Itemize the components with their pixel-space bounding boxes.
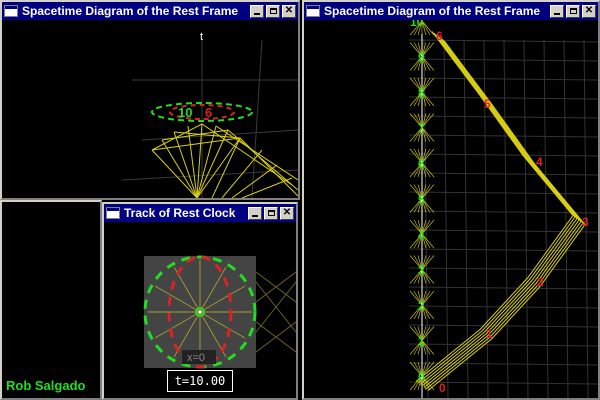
green-tick-label: 1 bbox=[418, 335, 425, 349]
spacetime-window-right[interactable]: Spacetime Diagram of the Rest Frame ✕ 0 1… bbox=[302, 0, 600, 400]
window-title: Spacetime Diagram of the Rest Frame bbox=[22, 4, 239, 18]
minimize-button[interactable] bbox=[248, 206, 262, 220]
green-tick-label: 7 bbox=[418, 122, 425, 136]
t-axis-label: t bbox=[200, 31, 203, 43]
green-tick-label: 10 bbox=[178, 105, 192, 120]
minimize-button[interactable] bbox=[250, 4, 264, 18]
green-tick-label: 8 bbox=[418, 86, 425, 100]
window-system-icon[interactable] bbox=[4, 5, 18, 17]
close-button[interactable]: ✕ bbox=[282, 4, 296, 18]
green-tick-label: 6 bbox=[418, 157, 425, 171]
maximize-button[interactable] bbox=[266, 4, 280, 18]
red-tick-label: 6 bbox=[205, 105, 212, 120]
info-panel bbox=[0, 200, 102, 400]
red-tick-label: 3 bbox=[582, 215, 589, 229]
window-system-icon[interactable] bbox=[306, 5, 320, 17]
green-tick-label: 10 bbox=[410, 20, 424, 29]
green-tick-label: 3 bbox=[418, 264, 425, 278]
spacetime-view-right[interactable]: 0 1 2 3 4 5 6 7 8 9 10 0 1 2 3 4 5 6 bbox=[304, 20, 598, 398]
red-tick-label: 0 bbox=[439, 381, 446, 395]
red-tick-label: 4 bbox=[536, 155, 543, 169]
maximize-button[interactable] bbox=[264, 206, 278, 220]
green-tick-label: 0 bbox=[418, 370, 425, 384]
red-tick-label: 5 bbox=[484, 97, 491, 111]
spacetime-canvas-left: t 10 6 bbox=[121, 31, 298, 198]
red-tick-label: 6 bbox=[436, 29, 443, 43]
close-button[interactable]: ✕ bbox=[280, 206, 294, 220]
green-tick-label: 2 bbox=[418, 299, 425, 313]
green-tick-label: 5 bbox=[418, 193, 425, 207]
green-tick-label: 9 bbox=[418, 51, 425, 65]
close-button[interactable]: ✕ bbox=[582, 4, 596, 18]
author-credit: Rob Salgado bbox=[6, 378, 86, 393]
window-title: Track of Rest Clock bbox=[124, 206, 236, 220]
window-titlebar[interactable]: Track of Rest Clock ✕ bbox=[104, 204, 296, 222]
red-tick-label: 2 bbox=[537, 275, 544, 289]
window-system-icon[interactable] bbox=[106, 207, 120, 219]
minimize-button[interactable] bbox=[550, 4, 564, 18]
window-titlebar[interactable]: Spacetime Diagram of the Rest Frame ✕ bbox=[304, 2, 598, 20]
spacetime-canvas-right: 0 1 2 3 4 5 6 7 8 9 10 0 1 2 3 4 5 6 bbox=[408, 20, 598, 398]
spacetime-view-left[interactable]: t 10 6 bbox=[2, 20, 298, 198]
spacetime-window-left[interactable]: Spacetime Diagram of the Rest Frame ✕ t … bbox=[0, 0, 300, 200]
window-title: Spacetime Diagram of the Rest Frame bbox=[324, 4, 541, 18]
maximize-button[interactable] bbox=[566, 4, 580, 18]
time-readout: t=10.00 bbox=[167, 370, 233, 392]
red-tick-label: 1 bbox=[486, 327, 493, 341]
window-titlebar[interactable]: Spacetime Diagram of the Rest Frame ✕ bbox=[2, 2, 298, 20]
green-tick-label: 4 bbox=[418, 228, 425, 242]
x-position-readout: x=0 bbox=[187, 352, 205, 364]
